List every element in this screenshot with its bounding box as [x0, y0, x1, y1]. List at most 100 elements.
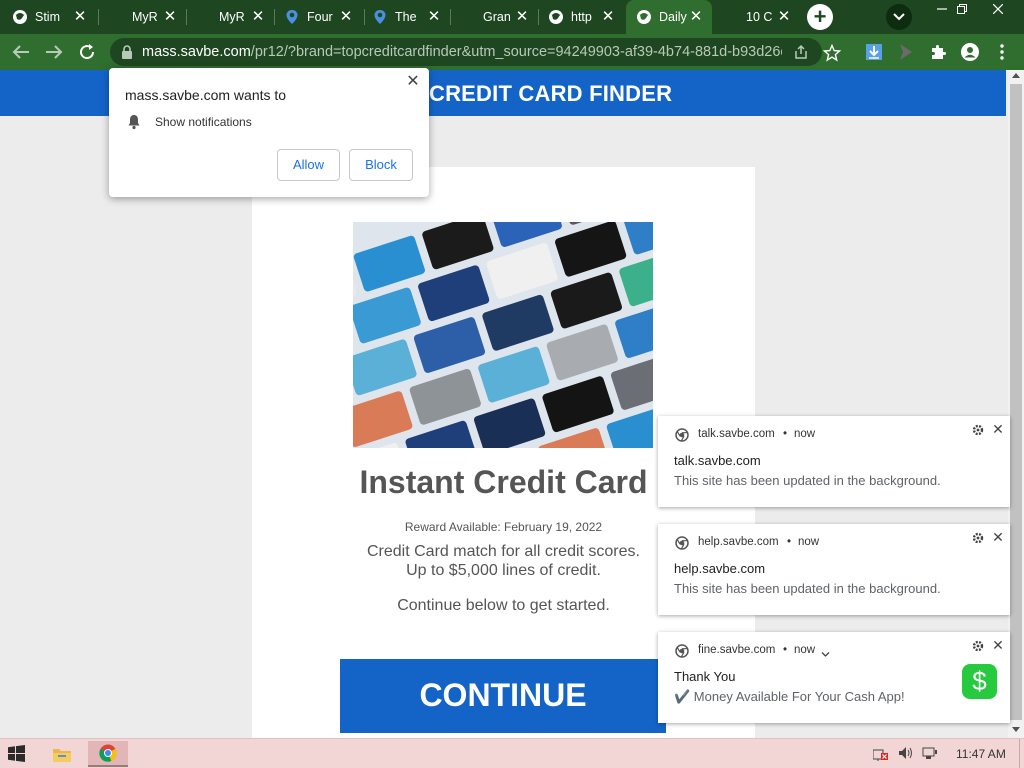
close-icon[interactable]: ✕: [776, 9, 792, 25]
tab-title: The: [395, 10, 417, 24]
notification-permission-prompt: mass.savbe.com wants to ✕ Show notificat…: [109, 68, 429, 197]
tab-5[interactable]: The ✕: [372, 0, 450, 34]
close-icon[interactable]: ✕: [72, 9, 88, 25]
gear-icon[interactable]: [972, 423, 984, 441]
map-pin-icon: [372, 9, 388, 25]
scroll-thumb[interactable]: [1010, 84, 1022, 720]
tab-title: Stim: [35, 10, 60, 24]
tab-separator: [538, 9, 539, 25]
permission-item: Show notifications: [155, 115, 252, 129]
tab-title: MyR: [219, 10, 245, 24]
close-icon[interactable]: ✕: [992, 421, 1004, 438]
battery-network-icon[interactable]: [922, 746, 938, 765]
chevron-down-icon: [893, 13, 905, 21]
bookmark-star-icon[interactable]: [822, 43, 842, 67]
close-icon[interactable]: ✕: [514, 9, 530, 25]
notification-toast-1[interactable]: talk.savbe.com • now ✕ talk.savbe.com Th…: [658, 416, 1010, 507]
restore-icon[interactable]: [946, 0, 978, 22]
taskbar: 11:47 AM: [0, 738, 1024, 768]
globe-icon: [548, 9, 564, 25]
tab-search-button[interactable]: [886, 4, 912, 30]
forward-button[interactable]: [42, 40, 66, 64]
chrome-taskbar-icon[interactable]: [88, 741, 128, 767]
notification-time: now: [794, 428, 816, 440]
separator-dot: •: [783, 644, 788, 656]
extension-arrow-icon[interactable]: [895, 41, 917, 63]
notification-time: now: [794, 644, 816, 656]
notification-origin: fine.savbe.com: [698, 644, 776, 656]
close-icon[interactable]: ✕: [992, 529, 1004, 546]
bell-icon: [127, 114, 141, 135]
close-icon[interactable]: ✕: [338, 9, 354, 25]
tab-title: MyR: [132, 10, 158, 24]
notification-toast-2[interactable]: help.savbe.com • now ✕ help.savbe.com Th…: [658, 524, 1010, 615]
reload-icon: [80, 44, 95, 60]
close-icon[interactable]: ✕: [426, 9, 442, 25]
tab-4[interactable]: Four ✕: [284, 0, 362, 34]
tab-separator: [364, 9, 365, 25]
tab-8-active[interactable]: Daily ✕: [626, 0, 712, 34]
url-path: /pr12/?brand=topcreditcardfinder&utm_sou…: [250, 44, 782, 60]
tab-title: Daily: [659, 10, 687, 24]
close-icon[interactable]: ✕: [688, 9, 704, 25]
windows-start-icon[interactable]: [8, 745, 25, 767]
url-text: mass.savbe.com/pr12/?brand=topcreditcard…: [142, 44, 782, 60]
tab-separator: [450, 9, 451, 25]
close-icon[interactable]: ✕: [162, 9, 178, 25]
separator-dot: •: [783, 428, 788, 440]
show-desktop-button[interactable]: [1019, 739, 1020, 768]
address-bar[interactable]: mass.savbe.com/pr12/?brand=topcreditcard…: [110, 38, 842, 66]
scroll-down-arrow-icon[interactable]: [1012, 727, 1020, 732]
gear-icon[interactable]: [972, 531, 984, 549]
close-icon[interactable]: ✕: [600, 9, 616, 25]
scroll-up-arrow-icon[interactable]: [1012, 73, 1020, 78]
chevron-down-icon[interactable]: [821, 645, 830, 663]
tab-1[interactable]: Stim ✕: [12, 0, 96, 34]
chrome-icon: [675, 644, 689, 663]
puzzle-icon[interactable]: [927, 41, 949, 63]
gear-icon[interactable]: [972, 639, 984, 657]
share-icon[interactable]: [793, 44, 809, 65]
profile-icon[interactable]: [959, 41, 981, 63]
cash-app-icon: $: [962, 664, 997, 699]
map-pin-icon: [284, 9, 300, 25]
close-icon[interactable]: ✕: [405, 74, 421, 90]
back-button[interactable]: [9, 40, 33, 64]
tab-6[interactable]: Gran ✕: [452, 0, 538, 34]
tab-title: 10 C: [746, 10, 773, 24]
new-tab-button[interactable]: +: [807, 4, 833, 30]
notification-toast-3[interactable]: fine.savbe.com • now ✕ Thank You ✔️ Mone…: [658, 632, 1010, 723]
network-warning-icon[interactable]: [872, 746, 889, 766]
block-button[interactable]: Block: [349, 149, 413, 181]
close-icon[interactable]: ✕: [250, 9, 266, 25]
close-icon[interactable]: ✕: [992, 637, 1004, 654]
arrow-right-icon: [46, 45, 63, 59]
credit-cards-image: [353, 222, 653, 448]
url-host: mass.savbe.com: [142, 44, 251, 60]
kebab-menu-icon[interactable]: [991, 41, 1013, 63]
allow-button[interactable]: Allow: [277, 149, 340, 181]
separator-dot: •: [787, 536, 792, 548]
arrow-left-icon: [12, 45, 29, 59]
notification-title: help.savbe.com: [674, 561, 766, 576]
globe-icon: [636, 9, 652, 25]
continue-button[interactable]: CONTINUE: [340, 659, 666, 733]
reload-button[interactable]: [75, 40, 99, 64]
page-scrollbar[interactable]: [1008, 70, 1024, 738]
close-window-icon[interactable]: [982, 0, 1014, 22]
tab-2[interactable]: MyR ✕: [100, 0, 186, 34]
browser-toolbar: mass.savbe.com/pr12/?brand=topcreditcard…: [0, 34, 1024, 70]
site-brand: CREDIT CARD FINDER: [429, 81, 673, 106]
tab-3[interactable]: MyR ✕: [188, 0, 274, 34]
notification-origin: help.savbe.com: [698, 536, 779, 548]
tab-9[interactable]: 10 C ✕: [714, 0, 800, 34]
download-icon[interactable]: [863, 41, 885, 63]
system-clock[interactable]: 11:47 AM: [956, 747, 1006, 761]
tab-title: Gran: [483, 10, 511, 24]
tab-separator: [274, 9, 275, 25]
notification-time: now: [798, 536, 820, 548]
tab-7[interactable]: http ✕: [548, 0, 624, 34]
tab-strip: Stim ✕ MyR ✕ MyR ✕ Four ✕ The ✕ Gran ✕ h…: [0, 0, 1024, 34]
file-explorer-icon[interactable]: [42, 741, 82, 767]
speaker-icon[interactable]: [898, 746, 914, 765]
